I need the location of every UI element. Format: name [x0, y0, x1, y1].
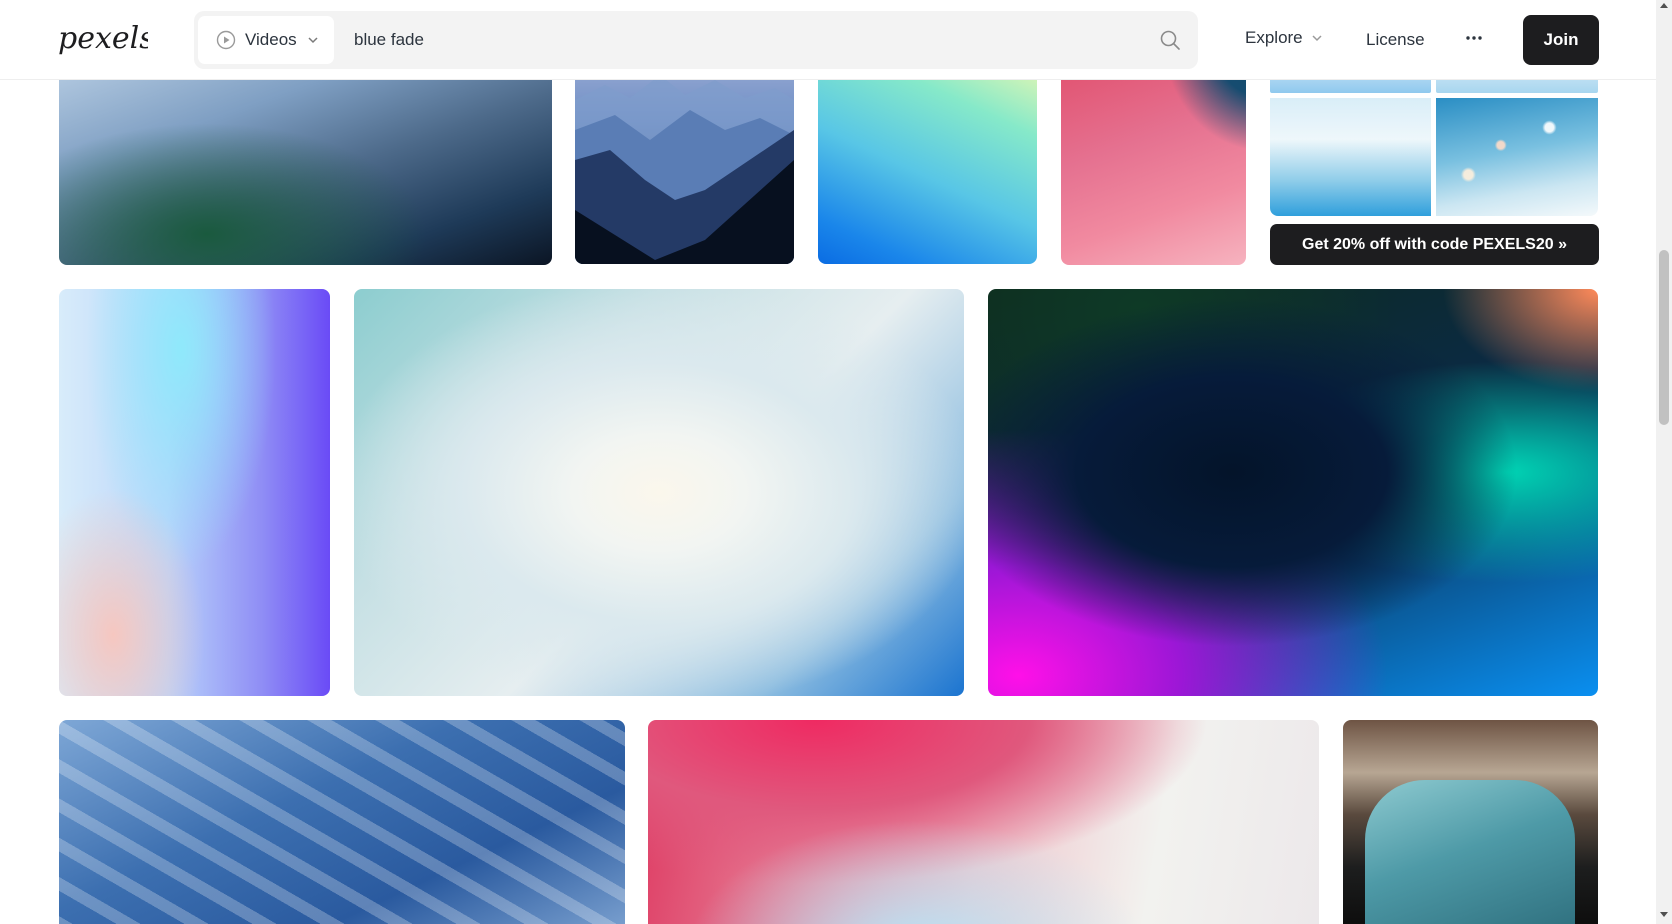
video-result-denim-jacket[interactable]	[1343, 720, 1598, 924]
page-scrollbar[interactable]	[1656, 0, 1672, 924]
explore-menu[interactable]: Explore	[1245, 28, 1323, 48]
media-type-label: Videos	[245, 30, 297, 50]
denim-jacket-figure	[1365, 780, 1575, 924]
explore-label: Explore	[1245, 28, 1303, 48]
license-link[interactable]: License	[1366, 30, 1425, 50]
join-button[interactable]: Join	[1523, 15, 1599, 65]
media-type-select[interactable]: Videos	[198, 16, 334, 64]
ad-thumbnail-bokeh[interactable]	[1436, 98, 1598, 216]
chevron-down-icon	[307, 34, 319, 46]
scroll-down-arrow-icon[interactable]	[1660, 910, 1668, 918]
video-result-pink-white-gradient[interactable]	[648, 720, 1319, 924]
play-circle-icon	[216, 30, 236, 50]
search-bar: Videos	[194, 11, 1198, 69]
mountain-silhouette	[575, 60, 794, 264]
ad-thumbnail-sea[interactable]	[1270, 98, 1431, 216]
promo-code-button[interactable]: Get 20% off with code PEXELS20 »	[1270, 224, 1599, 265]
pexels-logo[interactable]: pexels	[58, 14, 148, 64]
search-icon[interactable]	[1158, 28, 1182, 52]
scrollbar-thumb[interactable]	[1659, 250, 1669, 425]
video-result-pale-radial-gradient[interactable]	[354, 289, 964, 696]
search-input[interactable]	[354, 21, 1134, 59]
video-result-mountain-ridges[interactable]	[575, 60, 794, 264]
video-result-cyan-gradient[interactable]	[818, 60, 1037, 264]
more-horizontal-icon[interactable]	[1462, 26, 1486, 50]
video-result-blue-streaks[interactable]	[59, 720, 625, 924]
video-result-blue-teal-gradient[interactable]	[59, 60, 552, 265]
chevron-down-icon	[1311, 32, 1323, 44]
logo-wordmark: pexels	[58, 21, 148, 56]
scroll-up-arrow-icon[interactable]	[1660, 2, 1668, 10]
video-result-pink-gradient[interactable]	[1061, 60, 1246, 265]
pexels-logo-icon: pexels	[58, 14, 148, 64]
video-result-purple-gradient[interactable]	[59, 289, 330, 696]
top-nav-bar: pexels Videos Explore License Jo	[0, 0, 1656, 80]
video-result-dark-aurora[interactable]	[988, 289, 1598, 696]
